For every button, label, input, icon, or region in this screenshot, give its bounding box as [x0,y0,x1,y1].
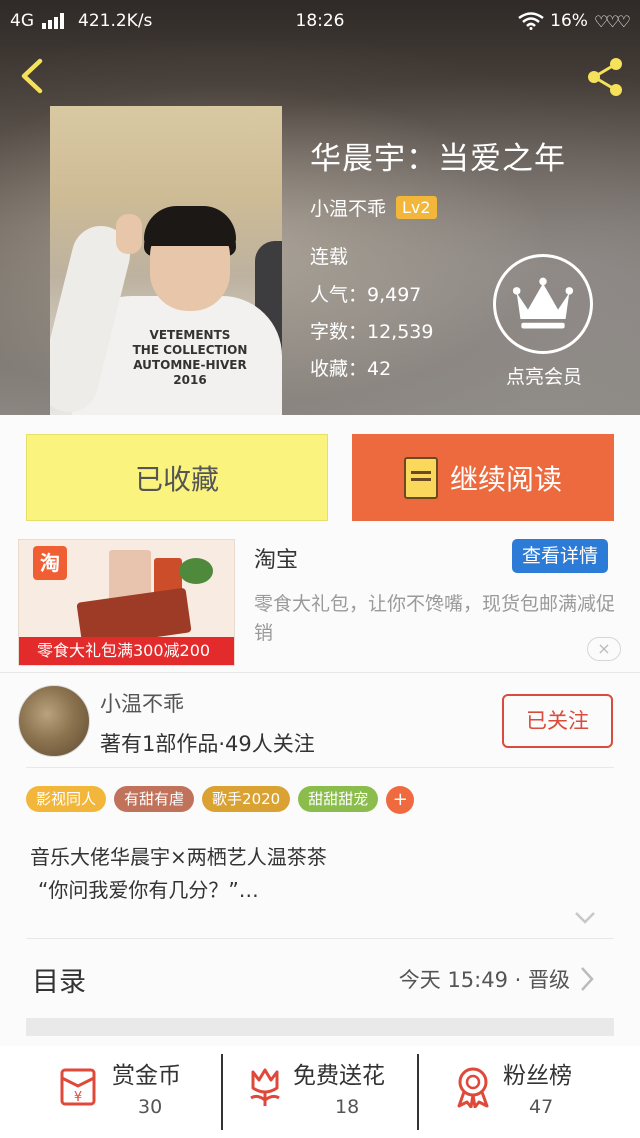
reward-coins-button[interactable]: ¥ 赏金币 30 [0,1046,222,1138]
tag[interactable]: 甜甜甜宠 [298,786,379,812]
ad-image[interactable]: 淘 零食大礼包满300减200 [18,539,235,666]
status-bar: 4G 421.2K/s 18:26 16% ♡♡♡ [0,0,640,42]
flowers-label: 免费送花 [293,1063,385,1089]
toc-label[interactable]: 目录 [32,960,86,999]
favorite-count: 收藏：42 [310,358,392,380]
flowers-count: 18 [335,1096,360,1118]
svg-text:¥: ¥ [74,1090,82,1105]
bottom-action-bar: ¥ 赏金币 30 免费送花 18 粉丝榜 47 [0,1046,640,1138]
taobao-logo: 淘 [33,546,67,580]
continue-reading-label: 继续阅读 [449,462,562,496]
cover-shirt-text: VETEMENTS THE COLLECTION AUTOMNE-HIVER 2… [132,328,248,387]
vip-label[interactable]: 点亮会员 [490,362,598,389]
ad-promo-strip: 零食大礼包满300减200 [19,637,234,665]
chevron-right-icon[interactable] [580,966,594,992]
flower-icon [250,1068,280,1106]
red-envelope-icon: ¥ [60,1068,96,1106]
author-avatar[interactable] [18,685,90,757]
ad-close-icon[interactable]: × [587,637,621,661]
divider [26,938,614,939]
ad-detail-button[interactable]: 查看详情 [512,539,608,573]
battery-hearts-icon: ♡♡♡ [593,11,631,31]
favorited-button[interactable]: 已收藏 [26,434,328,521]
description-line: 音乐大佬华晨宇×两栖艺人温茶茶 [30,845,327,869]
author-line: 小温不乖 Lv2 [310,194,437,221]
author-card-name[interactable]: 小温不乖 [100,688,184,718]
reward-label: 赏金币 [112,1063,181,1089]
book-title: 华晨宇：当爱之年 [310,141,566,177]
add-tag-button[interactable]: + [386,786,415,814]
continue-reading-button[interactable]: 继续阅读 [352,434,614,521]
wifi-icon [518,12,544,30]
share-icon[interactable] [582,54,628,100]
fans-count: 47 [529,1096,554,1118]
toc-update-info[interactable]: 今天 15:49 · 晋级 [399,964,570,994]
back-icon[interactable] [14,56,54,96]
book-icon [403,456,438,499]
book-cover[interactable]: VETEMENTS THE COLLECTION AUTOMNE-HIVER 2… [50,106,282,415]
reward-count: 30 [138,1096,163,1118]
ad-brand-logo [179,558,213,584]
description-line: “你问我爱你有几分？”… [38,878,259,902]
cover-hand [116,214,142,254]
medal-icon [457,1067,489,1108]
serial-status: 连载 [310,246,349,268]
word-count: 字数：12,539 [310,321,434,343]
crown-icon[interactable] [493,254,593,354]
book-header: 4G 421.2K/s 18:26 16% ♡♡♡ VETEMENTS THE … [0,0,640,415]
tag[interactable]: 影视同人 [26,786,107,812]
fans-label: 粉丝榜 [503,1063,572,1089]
section-separator [26,1018,614,1036]
divider [0,672,640,673]
ad-source: 淘宝 [254,548,299,573]
follow-button[interactable]: 已关注 [502,694,613,748]
tag[interactable]: 有甜有虐 [114,786,195,812]
author-card-stats: 著有1部作品·49人关注 [100,732,315,756]
tag-list: 影视同人 有甜有虐 歌手2020 甜甜甜宠 + [26,786,415,814]
book-description[interactable]: 音乐大佬华晨宇×两栖艺人温茶茶 “你问我爱你有几分？”… [30,841,327,907]
send-flowers-button[interactable]: 免费送花 18 [223,1046,417,1138]
divider [26,767,614,768]
tag[interactable]: 歌手2020 [202,786,291,812]
level-badge: Lv2 [396,196,437,219]
popularity: 人气：9,497 [310,284,422,306]
fan-ranking-button[interactable]: 粉丝榜 47 [419,1046,640,1138]
battery-level: 16% [550,11,588,31]
ad-description: 零食大礼包，让你不馋嘴，现货包邮满减促销 [254,593,616,644]
author-name[interactable]: 小温不乖 [310,194,386,221]
chevron-down-icon[interactable] [574,911,596,925]
